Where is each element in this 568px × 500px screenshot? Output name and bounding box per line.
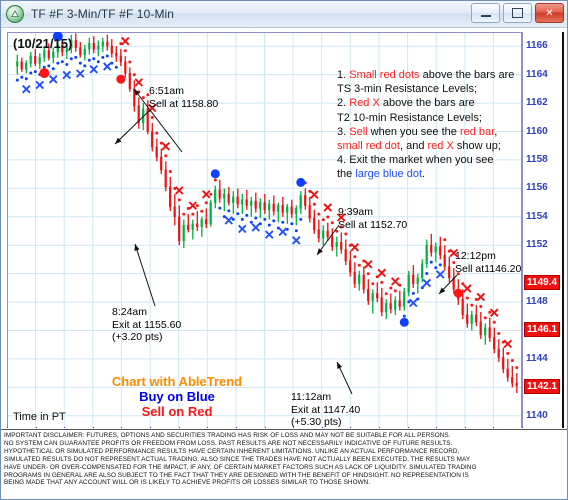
annotation-exit-2: 11:12am Exit at 1147.40 (+5.30 pts)	[291, 391, 360, 428]
maximize-button[interactable]	[503, 3, 532, 23]
legend-3-comma: ,	[494, 125, 498, 138]
chart-window: TF #F 3-Min/TF #F 10-Min ✕ (10/21/15) 1.…	[0, 0, 568, 500]
brand-line-1: Chart with AbleTrend	[111, 374, 243, 389]
price-level-badge-1146.1: 1146.1	[524, 322, 561, 338]
legend-4-text: Exit the market when you see	[346, 154, 494, 167]
price-tick-1162: 1162	[526, 97, 548, 109]
price-tick-1152: 1152	[526, 239, 548, 251]
time-axis-mark	[321, 427, 323, 428]
annotation-exit-1-time: 8:24am	[112, 306, 148, 318]
annotation-exit-1-detail: (+3.20 pts)	[112, 331, 163, 343]
annotation-sell-2-action: Sell at 1152.70	[338, 218, 408, 231]
annotation-exit-1: 8:24am Exit at 1155.60 (+3.20 pts)	[112, 306, 181, 344]
legend-3-line2-red2: red X	[427, 140, 454, 153]
annotation-sell-3-time: 12:12pm	[455, 250, 496, 262]
brand-line-2: Buy on Blue	[139, 389, 215, 404]
legend-2-num: 2.	[337, 97, 347, 110]
title-bar: TF #F 3-Min/TF #F 10-Min ✕	[1, 1, 567, 28]
legend-3-line2-red: small red dot	[337, 140, 400, 153]
disclaimer-line-7: BEING MADE THAT ANY ACCOUNT WILL OR IS L…	[4, 479, 371, 487]
annotation-exit-2-action: Exit at 1147.40	[291, 403, 361, 416]
legend-1-line2: TS 3-min Resistance Levels;	[337, 83, 477, 96]
disclaimer-line-1: IMPORTANT DISCLAIMER: FUTURES, OPTIONS A…	[4, 432, 451, 439]
timezone-note: Time in PT	[13, 411, 66, 423]
annotation-sell-3: 12:12pm Sell at1146.20	[455, 250, 521, 275]
time-axis-mark	[64, 427, 66, 428]
legend-4-line2-pre: the	[337, 168, 356, 181]
legend-4-blue: large blue dot	[355, 168, 423, 181]
time-axis-mark	[264, 427, 266, 428]
time-axis-mark	[178, 427, 180, 428]
price-tick-1144: 1144	[526, 352, 548, 364]
disclaimer-line-6: PROGRAMS IN GENERAL ARE ALSO SUBJECT TO …	[4, 471, 469, 479]
legend-2-red: Red X	[349, 97, 380, 110]
legend-1-rest: above the bars are	[419, 69, 515, 81]
brand-line-3: Sell on Red	[141, 404, 213, 419]
annotation-sell-2: 9:39am Sell at 1152.70	[338, 206, 407, 231]
time-axis-mark	[121, 427, 123, 428]
brand-callout: Chart with AbleTrend Buy on Blue Sell on…	[97, 374, 257, 419]
disclaimer-line-2: NO SYSTEM CAN GUARANTEE PROFITS OR FREED…	[4, 439, 453, 447]
annotation-sell-2-time: 9:39am	[338, 206, 374, 218]
price-tick-1140: 1140	[526, 409, 548, 421]
minimize-button[interactable]	[471, 3, 500, 23]
legend-3-red: Sell	[349, 125, 368, 138]
annotation-sell-1-action: Sell at 1158.80	[149, 97, 219, 110]
disclaimer-line-4: SIMULATED RESULTS DO NOT REPRESENT ACTUA…	[4, 455, 471, 463]
price-tick-1166: 1166	[526, 40, 548, 52]
legend-3-num: 3.	[337, 125, 347, 138]
time-axis-mark	[378, 427, 380, 428]
legend-4-end: .	[422, 168, 426, 181]
disclaimer: IMPORTANT DISCLAIMER: FUTURES, OPTIONS A…	[1, 429, 567, 499]
price-tick-1148: 1148	[526, 296, 548, 308]
legend-2-line2: T2 10-min Resistance Levels;	[337, 111, 482, 124]
price-level-badge-1149.4: 1149.4	[524, 275, 561, 291]
legend-4-num: 4.	[337, 154, 347, 167]
close-button[interactable]: ✕	[535, 3, 564, 23]
window-title: TF #F 3-Min/TF #F 10-Min	[31, 7, 175, 21]
time-axis-mark	[35, 427, 37, 428]
disclaimer-line-5: HAVE UNDER- OR OVER-COMPENSATED FOR THE …	[4, 463, 477, 471]
time-axis-mark	[235, 427, 237, 428]
legend-3-line2-mid: , and	[399, 140, 428, 153]
time-axis-mark	[207, 427, 209, 428]
legend-1-num: 1.	[337, 69, 347, 81]
price-tick-1154: 1154	[526, 210, 548, 222]
price-axis: 1166 1164 1162 1160 1158 1156 1154 1152 1148 1144…	[522, 32, 567, 428]
annotation-sell-1: 6:51am Sell at 1158.80	[149, 85, 218, 110]
price-axis-rule	[522, 32, 523, 428]
disclaimer-line-3: HYPOTHETICAL OR SIMULATED PERFORMANCE RE…	[4, 447, 460, 455]
time-axis-mark	[522, 427, 523, 428]
annotation-exit-1-action: Exit at 1155.60	[112, 318, 182, 331]
chart-date-label: (10/21/15)	[13, 36, 73, 51]
time-axis-mark	[7, 427, 8, 428]
legend-3-mid: when you see the	[367, 125, 460, 138]
price-tick-1158: 1158	[526, 153, 548, 165]
price-tick-1156: 1156	[526, 182, 548, 194]
annotation-sell-1-time: 6:51am	[149, 85, 185, 97]
time-axis-mark	[407, 427, 409, 428]
chart-area[interactable]: (10/21/15) 1. Small red dots above the b…	[1, 28, 567, 428]
time-axis-mark	[436, 427, 438, 428]
legend-2-rest: above the bars are	[379, 97, 475, 110]
annotation-exit-2-time: 11:12am	[291, 391, 332, 403]
annotation-sell-3-action: Sell at1146.20	[455, 262, 522, 275]
price-tick-1160: 1160	[526, 125, 548, 137]
time-axis-mark	[493, 427, 495, 428]
legend-1-red: Small red dots	[349, 69, 420, 81]
price-axis-border	[562, 32, 564, 428]
rules-legend: 1. Small red dots above the bars are TS …	[337, 68, 514, 182]
price-level-badge-1142.1: 1142.1	[524, 378, 561, 394]
time-axis-mark	[150, 427, 152, 428]
time-axis-mark	[293, 427, 295, 428]
legend-3-red2: red bar	[459, 125, 495, 138]
time-axis-mark	[350, 427, 352, 428]
window-controls: ✕	[471, 3, 564, 23]
price-tick-1164: 1164	[526, 68, 548, 80]
abletrend-app-icon	[6, 5, 24, 23]
time-axis-mark	[464, 427, 466, 428]
legend-3-line2-end: show up;	[453, 140, 501, 153]
time-axis-mark	[92, 427, 94, 428]
